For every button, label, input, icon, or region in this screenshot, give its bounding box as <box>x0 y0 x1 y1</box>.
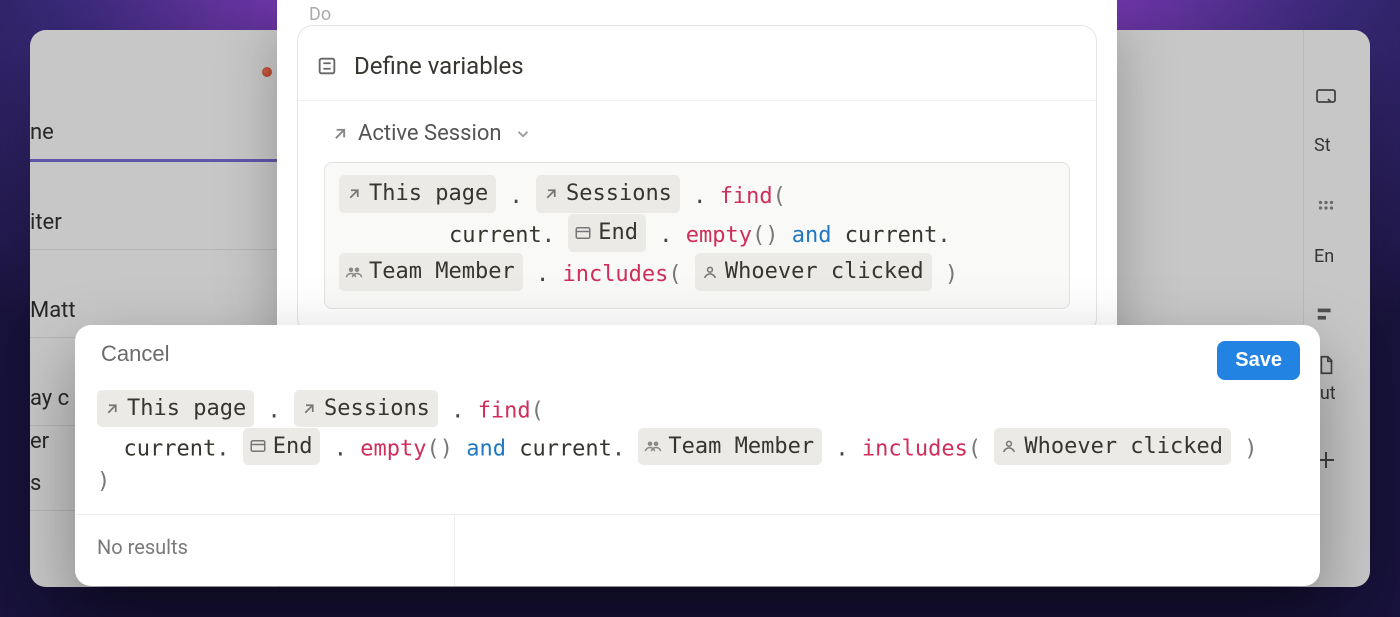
fn-find: find <box>720 184 773 209</box>
token-whoever-clicked: Whoever clicked <box>994 428 1231 465</box>
dot-operator: . <box>320 436 360 461</box>
token-team-member: Team Member <box>638 428 822 465</box>
arrow-up-right-icon <box>330 124 350 144</box>
fn-includes: includes <box>562 262 668 287</box>
kw-and: and <box>466 436 506 461</box>
formula-editor-popover: Cancel Save This page . Sessions . find(… <box>75 325 1320 586</box>
automation-step-panel: Do Define variables Active Session This … <box>277 0 1117 358</box>
dot-operator: . <box>822 436 862 461</box>
dot-operator: . <box>680 184 720 209</box>
close-paren: ) <box>1231 436 1258 461</box>
dot-operator: . <box>254 399 294 424</box>
token-sessions: Sessions <box>536 175 680 213</box>
chevron-down-icon <box>514 125 532 143</box>
kw-current: current <box>124 436 217 461</box>
dot-operator: . <box>612 436 639 461</box>
open-paren: ( <box>668 262 695 287</box>
cancel-button[interactable]: Cancel <box>101 341 169 367</box>
kw-current: current <box>449 223 542 248</box>
token-end: End <box>568 214 646 252</box>
dot-operator: . <box>937 223 950 248</box>
kw-current: current <box>519 436 612 461</box>
token-end: End <box>243 428 321 465</box>
results-detail <box>455 515 1320 586</box>
dot-operator: . <box>216 436 243 461</box>
close-paren: ) <box>932 262 959 287</box>
dot-operator: . <box>523 262 563 287</box>
dot-operator: . <box>438 399 478 424</box>
no-results-label: No results <box>75 515 455 586</box>
token-this-page: This page <box>97 390 254 427</box>
fn-empty: empty <box>360 436 426 461</box>
formula-input[interactable]: This page . Sessions . find( current. En… <box>75 384 1320 514</box>
fn-find: find <box>478 399 531 424</box>
dot-operator: . <box>646 223 686 248</box>
autocomplete-results: No results <box>75 514 1320 586</box>
variables-step-icon <box>316 55 338 77</box>
token-team-member: Team Member <box>339 253 523 291</box>
fn-empty: empty <box>686 223 752 248</box>
token-whoever-clicked: Whoever clicked <box>695 253 932 291</box>
variable-selector[interactable]: Active Session <box>298 101 1096 156</box>
do-label: Do <box>277 0 1117 25</box>
parens: () <box>752 223 779 248</box>
token-sessions: Sessions <box>294 390 438 427</box>
close-paren: ) <box>97 469 110 494</box>
dot-operator: . <box>542 223 569 248</box>
save-button[interactable]: Save <box>1217 341 1300 380</box>
kw-and: and <box>792 223 832 248</box>
kw-current: current <box>845 223 938 248</box>
open-paren: ( <box>531 399 544 424</box>
dot-operator: . <box>496 184 536 209</box>
fn-includes: includes <box>862 436 968 461</box>
step-card: Define variables Active Session This pag… <box>297 25 1097 334</box>
open-paren: ( <box>773 184 786 209</box>
variable-name: Active Session <box>358 121 502 146</box>
formula-display[interactable]: This page . Sessions . find( current. En… <box>324 162 1070 309</box>
parens: () <box>426 436 453 461</box>
token-this-page: This page <box>339 175 496 213</box>
step-title: Define variables <box>354 52 524 80</box>
open-paren: ( <box>968 436 995 461</box>
